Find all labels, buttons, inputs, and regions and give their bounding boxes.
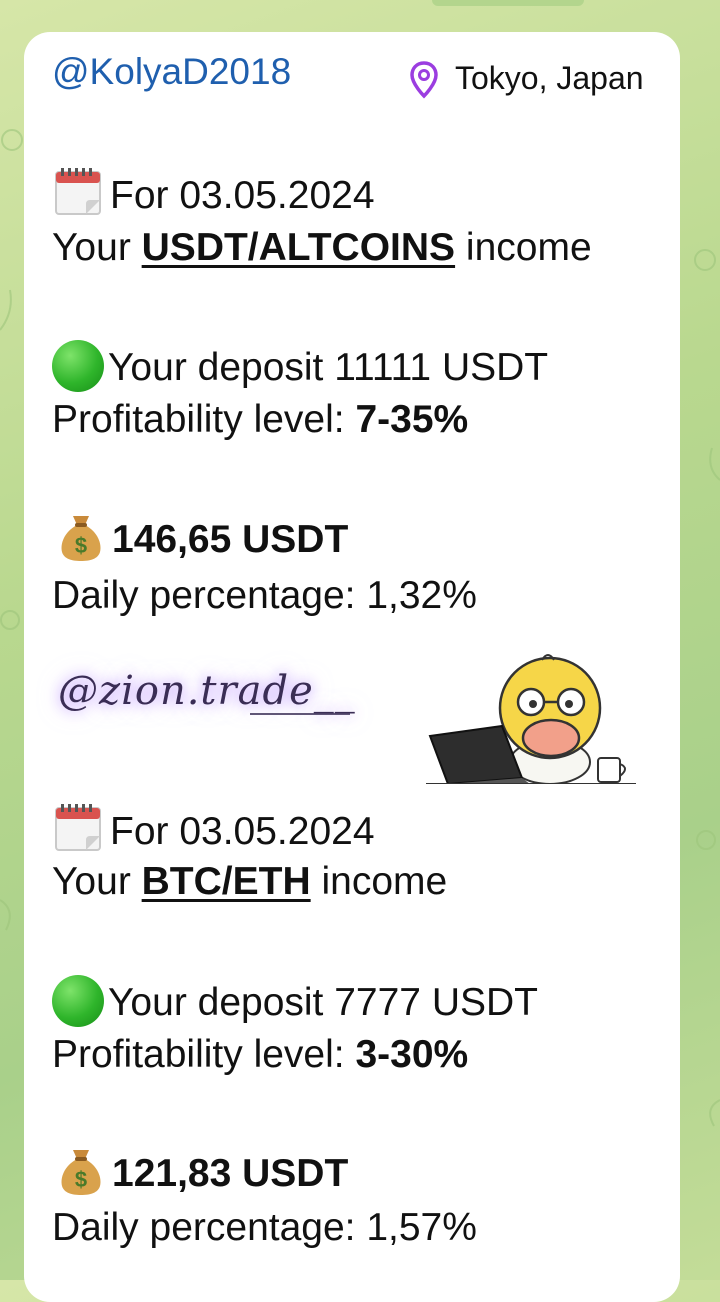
green-circle-icon bbox=[52, 975, 104, 1027]
signature-text: @zion.trade__ bbox=[58, 668, 356, 714]
report2-pair-link[interactable]: BTC/ETH bbox=[142, 860, 311, 903]
duck-laptop-sticker[interactable] bbox=[426, 650, 636, 784]
svg-text:$: $ bbox=[75, 1167, 87, 1192]
location-pin-icon bbox=[410, 61, 438, 99]
report2-profitability-value: 3-30% bbox=[355, 1033, 469, 1076]
report2-deposit-line: Your deposit 7777 USDT bbox=[52, 975, 538, 1027]
report1-date-text: For 03.05.2024 bbox=[110, 174, 375, 217]
report1-profitability-label: Profitability level: bbox=[52, 398, 356, 441]
report2-income-prefix: Your bbox=[52, 860, 142, 903]
report1-amount-line: $ 146,65 USDT bbox=[58, 512, 348, 562]
report2-amount-text: 121,83 USDT bbox=[112, 1152, 349, 1195]
signature-underline bbox=[250, 713, 350, 715]
calendar-icon bbox=[55, 804, 101, 851]
sender-name[interactable]: @KolyaD2018 bbox=[52, 51, 291, 93]
report1-date-line: For 03.05.2024 bbox=[52, 166, 375, 218]
report1-amount-text: 146,65 USDT bbox=[112, 518, 349, 561]
money-bag-icon: $ bbox=[61, 516, 101, 561]
report2-profitability-line: Profitability level: 3-30% bbox=[52, 1033, 468, 1077]
report2-date-line: For 03.05.2024 bbox=[52, 802, 375, 854]
report2-deposit-text: Your deposit 7777 USDT bbox=[108, 981, 538, 1024]
report2-daily-percentage: Daily percentage: 1,57% bbox=[52, 1206, 477, 1249]
report1-income-line: Your USDT/ALTCOINS income bbox=[52, 226, 592, 270]
report2-date-text: For 03.05.2024 bbox=[110, 810, 375, 853]
report2-profitability-label: Profitability level: bbox=[52, 1033, 356, 1076]
report1-pair-link[interactable]: USDT/ALTCOINS bbox=[142, 226, 455, 269]
report1-profitability-value: 7-35% bbox=[355, 398, 469, 441]
report2-income-line: Your BTC/ETH income bbox=[52, 860, 447, 904]
location-label: Tokyo, Japan bbox=[455, 60, 644, 96]
header-tab bbox=[432, 0, 584, 6]
calendar-icon bbox=[55, 168, 101, 215]
green-circle-icon bbox=[52, 340, 104, 392]
report1-income-prefix: Your bbox=[52, 226, 142, 269]
report1-daily-percentage: Daily percentage: 1,32% bbox=[52, 574, 477, 617]
report2-amount-line: $ 121,83 USDT bbox=[58, 1146, 348, 1196]
svg-text:$: $ bbox=[75, 533, 87, 558]
report1-profitability-line: Profitability level: 7-35% bbox=[52, 398, 468, 442]
report1-deposit-text: Your deposit 11111 USDT bbox=[108, 346, 549, 389]
report1-income-suffix: income bbox=[455, 226, 592, 269]
money-bag-icon: $ bbox=[61, 1150, 101, 1195]
report2-income-suffix: income bbox=[310, 860, 448, 903]
report1-deposit-line: Your deposit 11111 USDT bbox=[52, 340, 548, 392]
